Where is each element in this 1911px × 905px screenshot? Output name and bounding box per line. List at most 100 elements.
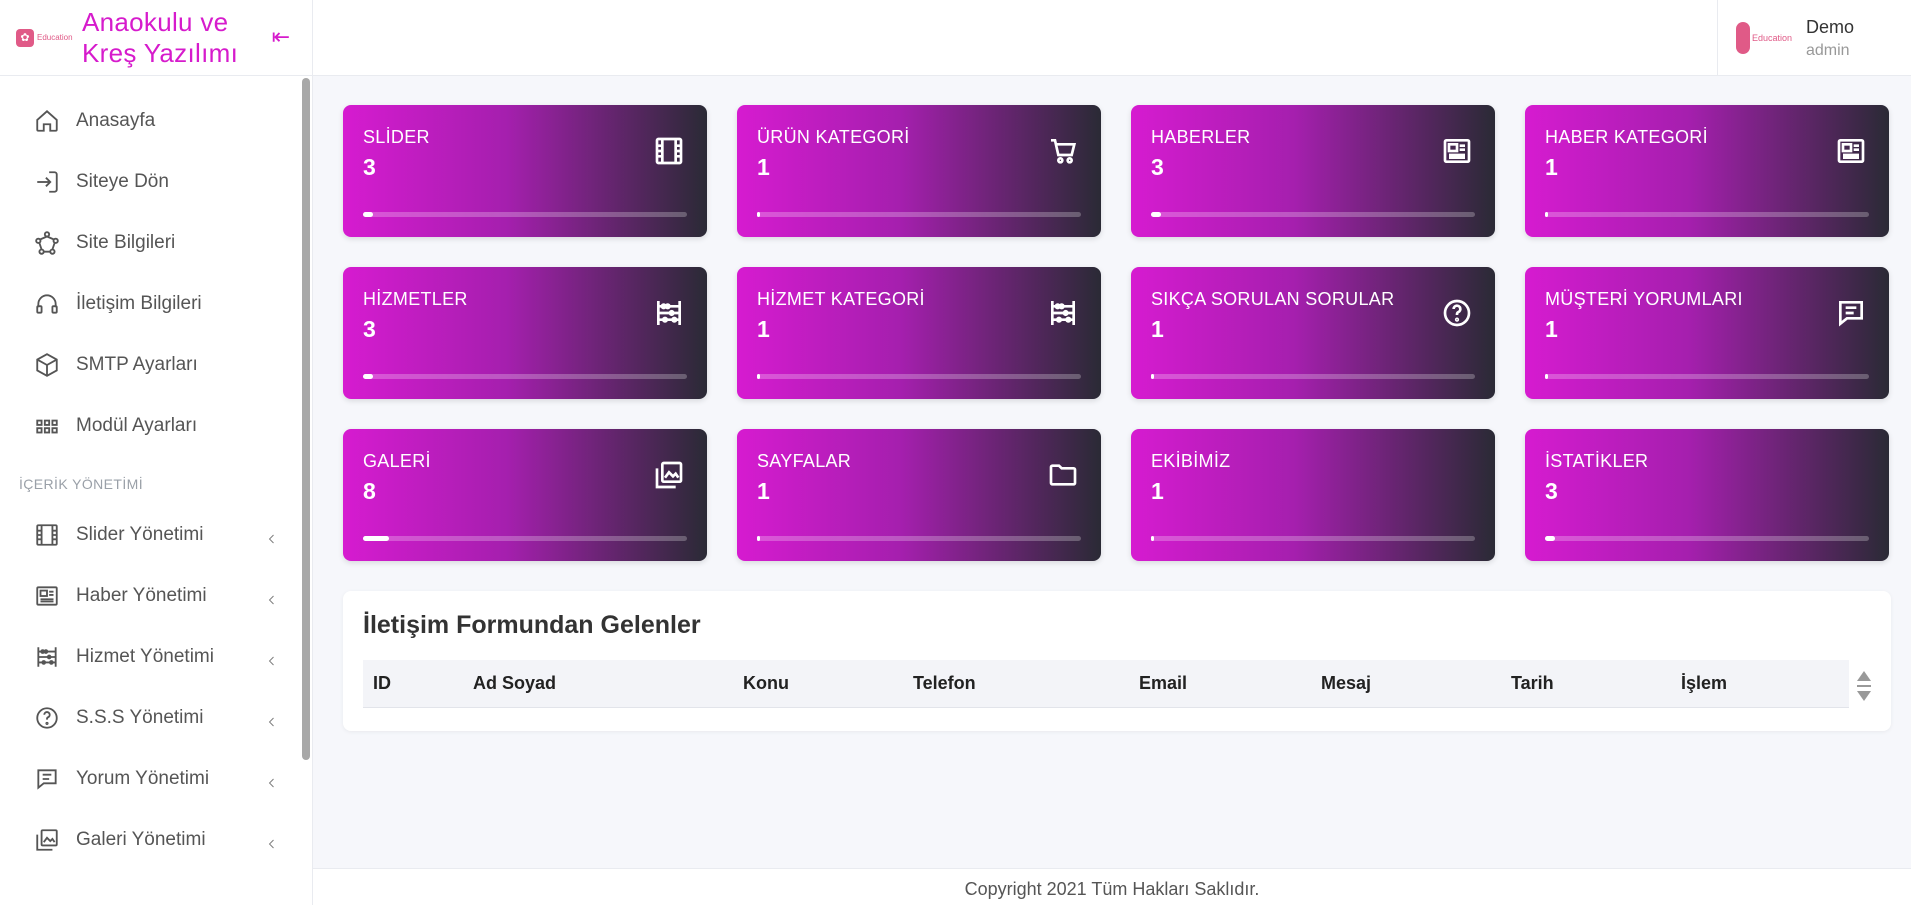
- topbar: Education Demo admin: [313, 0, 1911, 76]
- newspaper-icon: [1835, 135, 1867, 167]
- collapse-sidebar-icon[interactable]: ⇤: [272, 24, 290, 50]
- card-title: EKİBİMİZ: [1151, 451, 1231, 471]
- stat-card-sayfalar[interactable]: SAYFALAR 1: [737, 429, 1101, 561]
- stat-card-hizmetler[interactable]: HİZMETLER 3: [343, 267, 707, 399]
- table-header: ID Ad Soyad Konu Telefon Email Mesaj Tarih İşle…: [363, 660, 1849, 708]
- column-header-id[interactable]: ID: [363, 673, 463, 694]
- folder-icon: [1047, 459, 1079, 491]
- home-icon: [34, 108, 60, 134]
- avatar: Education: [1736, 15, 1792, 61]
- stat-cards: SLİDER 3 ÜRÜN KATEGORİ 1 HABERLER 3 HABER KATE…: [343, 105, 1891, 561]
- sidebar-item-siteye-don[interactable]: Siteye Dön: [0, 151, 312, 212]
- card-count: 3: [1545, 478, 1558, 504]
- logo-text: Education: [37, 33, 73, 42]
- brand-title[interactable]: Anaokulu ve Kreş Yazılımı: [82, 7, 238, 69]
- user-info: Demo admin: [1806, 17, 1854, 60]
- film-icon: [653, 135, 685, 167]
- card-progress-bar: [757, 212, 1081, 217]
- box-icon: [34, 352, 60, 378]
- card-count: 1: [1545, 316, 1558, 342]
- stat-card-haber-kategori[interactable]: HABER KATEGORİ 1: [1525, 105, 1889, 237]
- chevron-left-icon: [266, 651, 278, 665]
- panel-title: İletişim Formundan Gelenler: [363, 611, 701, 639]
- card-title: SAYFALAR: [757, 451, 852, 471]
- card-progress-bar: [757, 374, 1081, 379]
- sidebar-item-iletisim-bilgileri[interactable]: İletişim Bilgileri: [0, 273, 312, 334]
- card-count: 3: [363, 154, 376, 180]
- card-title: ÜRÜN KATEGORİ: [757, 127, 910, 147]
- sidebar: ✿ Education Anaokulu ve Kreş Yazılımı ⇤ …: [0, 0, 313, 905]
- stat-card-musteri-yorumlari[interactable]: MÜŞTERİ YORUMLARI 1: [1525, 267, 1889, 399]
- column-header-ad-soyad[interactable]: Ad Soyad: [463, 673, 733, 694]
- question-icon: [1441, 297, 1473, 329]
- sidebar-item-label: Haber Yönetimi: [76, 584, 207, 606]
- chevron-left-icon: [266, 712, 278, 726]
- comment-icon: [1835, 297, 1867, 329]
- network-icon: [34, 230, 60, 256]
- stat-card-ekibimiz[interactable]: EKİBİMİZ 1: [1131, 429, 1495, 561]
- sidebar-item-yorum-yonetimi[interactable]: Yorum Yönetimi: [0, 748, 312, 809]
- column-header-email[interactable]: Email: [1129, 673, 1311, 694]
- card-progress-bar: [363, 212, 687, 217]
- stat-card-urun-kategori[interactable]: ÜRÜN KATEGORİ 1: [737, 105, 1101, 237]
- cart-icon: [1047, 135, 1079, 167]
- sidebar-item-site-bilgileri[interactable]: Site Bilgileri: [0, 212, 312, 273]
- newspaper-icon: [34, 583, 60, 609]
- stat-card-haberler[interactable]: HABERLER 3: [1131, 105, 1495, 237]
- card-title: HİZMET KATEGORİ: [757, 289, 925, 309]
- contact-messages-panel: İletişim Formundan Gelenler ID Ad Soyad Ko…: [343, 591, 1891, 731]
- card-title: SLİDER: [363, 127, 430, 147]
- sidebar-menu: Anasayfa Siteye Dön Site Bilgileri İletişim…: [0, 76, 312, 870]
- card-count: 1: [757, 478, 770, 504]
- card-progress-bar: [1545, 374, 1869, 379]
- chevron-left-icon: [266, 834, 278, 848]
- abacus-icon: [1047, 297, 1079, 329]
- column-header-konu[interactable]: Konu: [733, 673, 903, 694]
- card-progress-bar: [1151, 212, 1475, 217]
- footer: Copyright 2021 Tüm Hakları Saklıdır.: [313, 868, 1911, 905]
- sidebar-item-s-s-s-yonetimi[interactable]: S.S.S Yönetimi: [0, 687, 312, 748]
- sort-icon[interactable]: [1857, 671, 1871, 701]
- user-role: admin: [1806, 41, 1850, 59]
- column-header-islem[interactable]: İşlem: [1671, 673, 1849, 694]
- sidebar-item-label: Siteye Dön: [76, 170, 169, 192]
- card-title: MÜŞTERİ YORUMLARI: [1545, 289, 1743, 309]
- brand: ✿ Education Anaokulu ve Kreş Yazılımı ⇤: [0, 0, 312, 76]
- grid-icon: [34, 413, 60, 439]
- sidebar-item-label: Slider Yönetimi: [76, 523, 204, 545]
- sidebar-item-hizmet-yonetimi[interactable]: Hizmet Yönetimi: [0, 626, 312, 687]
- stat-card-slider[interactable]: SLİDER 3: [343, 105, 707, 237]
- stat-card-istatikler[interactable]: İSTATİKLER 3: [1525, 429, 1889, 561]
- card-count: 3: [1151, 154, 1164, 180]
- sidebar-item-smtp-ayarlari[interactable]: SMTP Ayarları: [0, 334, 312, 395]
- stat-card-hizmet-kategori[interactable]: HİZMET KATEGORİ 1: [737, 267, 1101, 399]
- sidebar-item-haber-yonetimi[interactable]: Haber Yönetimi: [0, 565, 312, 626]
- sidebar-scrollbar[interactable]: [302, 78, 310, 760]
- card-progress-bar: [1545, 212, 1869, 217]
- chevron-left-icon: [266, 773, 278, 787]
- sidebar-item-galeri-yonetimi[interactable]: Galeri Yönetimi: [0, 809, 312, 870]
- sidebar-item-label: Modül Ayarları: [76, 414, 198, 436]
- card-count: 1: [1151, 316, 1164, 342]
- card-title: HABER KATEGORİ: [1545, 127, 1708, 147]
- stat-card-galeri[interactable]: GALERİ 8: [343, 429, 707, 561]
- sidebar-item-slider-yonetimi[interactable]: Slider Yönetimi: [0, 504, 312, 565]
- login-icon: [34, 169, 60, 195]
- column-header-mesaj[interactable]: Mesaj: [1311, 673, 1501, 694]
- card-count: 1: [1545, 154, 1558, 180]
- column-header-telefon[interactable]: Telefon: [903, 673, 1129, 694]
- gallery-icon: [34, 827, 60, 853]
- newspaper-icon: [1441, 135, 1473, 167]
- sidebar-item-modul-ayarlari[interactable]: Modül Ayarları: [0, 395, 312, 456]
- user-menu[interactable]: Education Demo admin: [1717, 0, 1911, 76]
- card-progress-bar: [1151, 536, 1475, 541]
- card-title: İSTATİKLER: [1545, 451, 1649, 471]
- card-title: GALERİ: [363, 451, 431, 471]
- chevron-left-icon: [266, 590, 278, 604]
- sidebar-item-label: S.S.S Yönetimi: [76, 706, 204, 728]
- column-header-tarih[interactable]: Tarih: [1501, 673, 1671, 694]
- brand-logo[interactable]: ✿ Education: [16, 24, 76, 52]
- stat-card-sikca-sorulan-sorular[interactable]: SIKÇA SORULAN SORULAR 1: [1131, 267, 1495, 399]
- sidebar-item-anasayfa[interactable]: Anasayfa: [0, 90, 312, 151]
- gallery-icon: [653, 459, 685, 491]
